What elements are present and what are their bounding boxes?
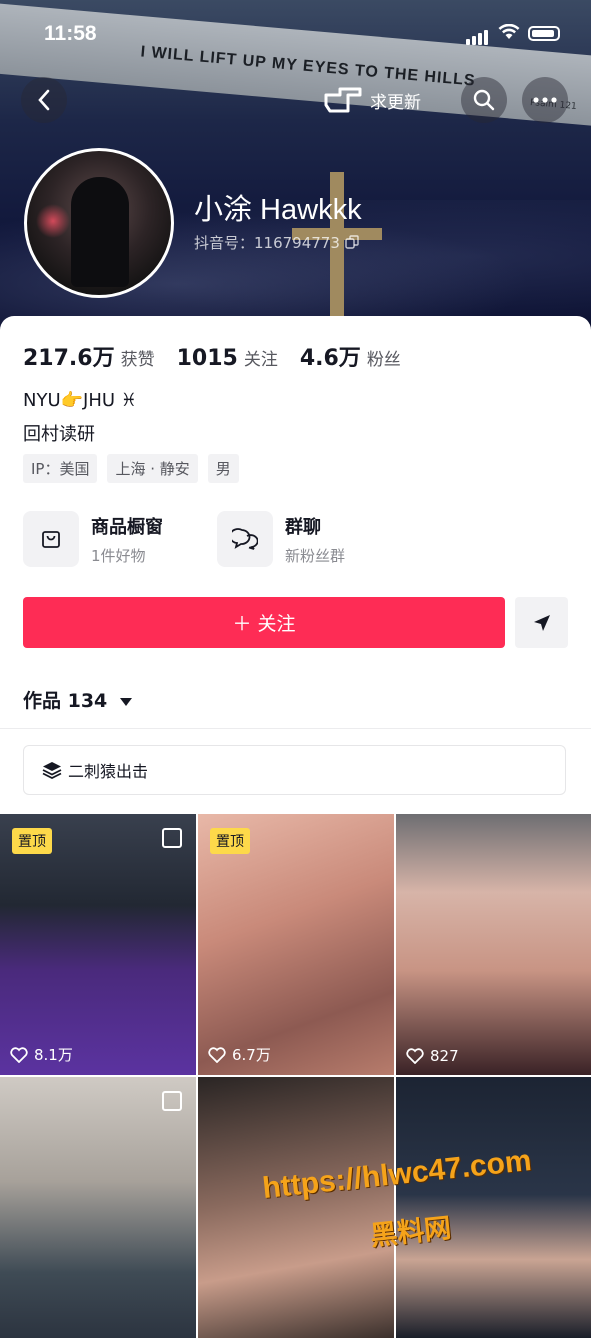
video-likes-count: 6.7万 xyxy=(232,1046,271,1064)
status-time: 11:58 xyxy=(44,22,97,45)
more-dots-icon xyxy=(533,97,557,103)
shop-icon-box xyxy=(23,511,79,567)
douyin-id-text: 抖音号：116794773 xyxy=(194,234,340,252)
video-tile[interactable]: 827 xyxy=(396,814,591,1075)
bio-line-2: 回村读研 xyxy=(23,424,95,445)
group-chat-subtitle: 新粉丝群 xyxy=(285,546,346,565)
video-likes: 6.7万 xyxy=(208,1044,271,1065)
bio-line-1: NYU👉JHU ♓ xyxy=(23,390,137,411)
search-button[interactable] xyxy=(461,77,507,123)
profile-tags: IP：美国 上海 · 静安 男 xyxy=(23,454,249,483)
pinned-badge: 置顶 xyxy=(210,828,250,854)
profile-stats: 217.6万 获赞 1015 关注 4.6万 粉丝 xyxy=(23,340,423,372)
send-message-button[interactable] xyxy=(515,597,568,648)
video-likes: 8.1万 xyxy=(10,1044,73,1065)
more-button[interactable] xyxy=(522,77,568,123)
battery-icon xyxy=(528,26,560,41)
douyin-id[interactable]: 抖音号：116794773 xyxy=(194,232,359,253)
heart-icon xyxy=(10,1046,28,1063)
wifi-icon xyxy=(498,23,520,45)
avatar-figure xyxy=(71,177,129,287)
status-bar: 11:58 xyxy=(0,22,591,52)
chevron-left-icon xyxy=(38,89,50,111)
following-label[interactable]: 关注 xyxy=(244,345,278,370)
collection-button[interactable]: 二刺猿出击 xyxy=(23,745,566,795)
avatar-lights xyxy=(33,201,73,241)
video-tile[interactable] xyxy=(0,1077,196,1338)
pinned-badge: 置顶 xyxy=(12,828,52,854)
request-update-label: 求更新 xyxy=(370,92,421,113)
copy-icon[interactable] xyxy=(344,235,359,249)
chat-icon-box xyxy=(217,511,273,567)
video-likes-count: 827 xyxy=(430,1047,459,1065)
collection-label: 二刺猿出击 xyxy=(68,762,149,781)
following-count[interactable]: 1015 xyxy=(177,346,238,371)
shop-window-title: 商品橱窗 xyxy=(91,516,163,538)
works-label: 作品 134 xyxy=(23,690,108,712)
group-chat-title: 群聊 xyxy=(285,516,321,538)
caret-down-icon xyxy=(119,698,132,706)
tag-location: 上海 · 静安 xyxy=(107,454,198,483)
group-chat-entry[interactable]: 群聊 新粉丝群 xyxy=(217,510,345,568)
tag-gender: 男 xyxy=(207,454,239,483)
request-update-button[interactable]: 求更新 xyxy=(322,80,421,120)
multi-image-icon xyxy=(162,828,182,848)
likes-count: 217.6万 xyxy=(23,346,115,371)
followers-count[interactable]: 4.6万 xyxy=(300,340,361,372)
video-likes-count: 8.1万 xyxy=(34,1046,73,1064)
follow-button[interactable]: ＋ 关注 xyxy=(23,597,505,648)
video-tile[interactable] xyxy=(198,1077,394,1338)
video-tile[interactable]: 置顶 6.7万 xyxy=(198,814,394,1075)
send-icon xyxy=(533,614,550,631)
avatar[interactable] xyxy=(24,148,174,298)
works-tab[interactable]: 作品 134 xyxy=(23,686,132,713)
video-tile[interactable]: 置顶 8.1万 xyxy=(0,814,196,1075)
multi-image-icon xyxy=(162,1091,182,1111)
shop-window-subtitle: 1件好物 xyxy=(91,546,146,565)
profile-name: 小涂 Hawkkk xyxy=(194,194,362,226)
pointing-hand-icon xyxy=(324,87,362,113)
likes-label: 获赞 xyxy=(120,350,155,370)
signal-icon xyxy=(466,26,490,45)
layers-icon xyxy=(42,762,62,779)
search-icon xyxy=(473,89,495,111)
tab-divider xyxy=(0,728,591,729)
followers-label[interactable]: 粉丝 xyxy=(367,345,401,370)
bag-icon xyxy=(42,531,60,548)
tag-ip: IP：美国 xyxy=(23,454,98,483)
heart-icon xyxy=(208,1046,226,1063)
chat-icon xyxy=(232,528,258,550)
shop-window-entry[interactable]: 商品橱窗 1件好物 xyxy=(23,510,163,568)
video-likes: 827 xyxy=(406,1047,459,1065)
back-button[interactable] xyxy=(21,77,67,123)
heart-icon xyxy=(406,1048,424,1064)
